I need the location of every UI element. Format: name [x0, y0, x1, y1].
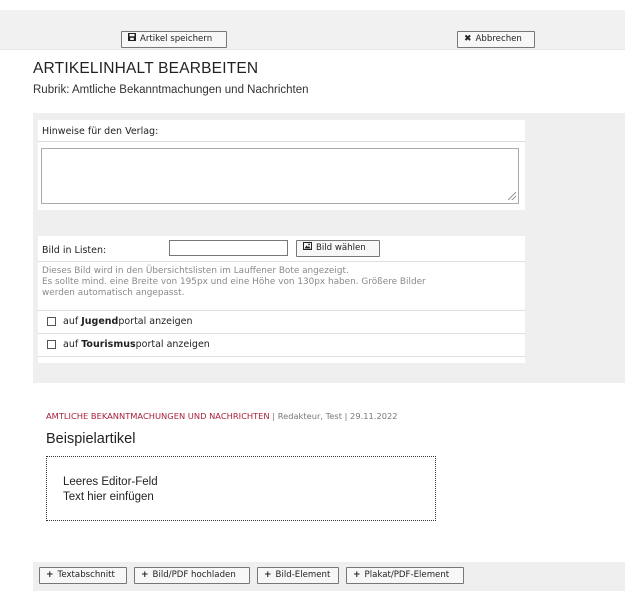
plus-icon: + [46, 570, 54, 580]
list-image-input[interactable] [169, 240, 288, 256]
save-article-label: Artikel speichern [140, 34, 213, 44]
label-bold: Jugend [81, 316, 119, 327]
list-image-card: Bild in Listen: Bild wählen Dieses Bild … [38, 236, 525, 363]
page-title: ARTIKELINHALT BEARBEITEN [33, 60, 259, 77]
divider [38, 141, 525, 142]
label-prefix: auf [63, 316, 82, 327]
editor-line: Text hier einfügen [63, 491, 154, 503]
youth-portal-checkbox[interactable] [47, 317, 56, 326]
description-line: Es sollte mind. eine Breite von 195px un… [42, 277, 426, 287]
label-prefix: auf [63, 339, 82, 350]
add-image-element-button[interactable]: + Bild-Element [257, 567, 339, 584]
tourism-portal-row[interactable]: auf Tourismusportal anzeigen [38, 333, 525, 357]
button-label: Plakat/PDF-Element [364, 570, 450, 580]
tourism-portal-label: auf Tourismusportal anzeigen [63, 339, 210, 350]
floppy-disk-icon [128, 32, 136, 47]
list-image-description: Dieses Bild wird in den Übersichtslisten… [42, 266, 512, 299]
add-text-section-button[interactable]: + Textabschnitt [39, 567, 127, 584]
top-toolbar: Artikel speichern ✖ Abbrechen [0, 10, 625, 50]
choose-image-label: Bild wählen [316, 243, 366, 253]
plus-icon: + [141, 570, 149, 580]
article-title[interactable]: Beispielartikel [46, 431, 135, 447]
description-line: Dieses Bild wird in den Übersichtslisten… [42, 266, 349, 276]
add-poster-pdf-element-button[interactable]: + Plakat/PDF-Element [346, 567, 464, 584]
publisher-hints-card: Hinweise für den Verlag: [38, 120, 525, 210]
label-suffix: portal anzeigen [118, 316, 193, 327]
article-meta-rest: | Redakteur, Test | 29.11.2022 [269, 411, 398, 421]
list-image-label: Bild in Listen: [42, 245, 107, 256]
label-suffix: portal anzeigen [135, 339, 210, 350]
rubric-subtitle: Rubrik: Amtliche Bekanntmachungen und Na… [33, 84, 309, 96]
publisher-hints-textarea[interactable] [41, 148, 519, 204]
save-article-button[interactable]: Artikel speichern [121, 31, 227, 48]
publisher-hints-label: Hinweise für den Verlag: [42, 126, 159, 137]
plus-icon: + [264, 570, 272, 580]
youth-portal-row[interactable]: auf Jugendportal anzeigen [38, 310, 525, 333]
divider [38, 261, 525, 262]
close-icon: ✖ [464, 34, 472, 44]
description-line: werden automatisch angepasst. [42, 288, 185, 298]
tourism-portal-checkbox[interactable] [47, 340, 56, 349]
editor-placeholder: Leeres Editor-Feld Text hier einfügen [63, 475, 158, 505]
editor-field[interactable]: Leeres Editor-Feld Text hier einfügen [46, 456, 436, 521]
settings-panel: Hinweise für den Verlag: Bild in Listen:… [33, 113, 625, 383]
bottom-toolbar: + Textabschnitt + Bild/PDF hochladen + B… [33, 562, 625, 591]
choose-image-button[interactable]: Bild wählen [296, 240, 380, 257]
editor-line: Leeres Editor-Feld [63, 476, 158, 488]
youth-portal-label: auf Jugendportal anzeigen [63, 316, 193, 327]
image-icon [303, 241, 312, 256]
article-meta: AMTLICHE BEKANNTMACHUNGEN UND NACHRICHTE… [46, 411, 398, 421]
cancel-label: Abbrechen [475, 34, 522, 44]
button-label: Bild-Element [275, 570, 331, 580]
cancel-button[interactable]: ✖ Abbrechen [457, 31, 535, 48]
upload-image-pdf-button[interactable]: + Bild/PDF hochladen [134, 567, 250, 584]
label-bold: Tourismus [81, 339, 136, 350]
button-label: Bild/PDF hochladen [152, 570, 236, 580]
plus-icon: + [353, 570, 361, 580]
button-label: Textabschnitt [57, 570, 115, 580]
resize-grip-icon[interactable] [508, 192, 516, 200]
article-category: AMTLICHE BEKANNTMACHUNGEN UND NACHRICHTE… [46, 411, 270, 421]
